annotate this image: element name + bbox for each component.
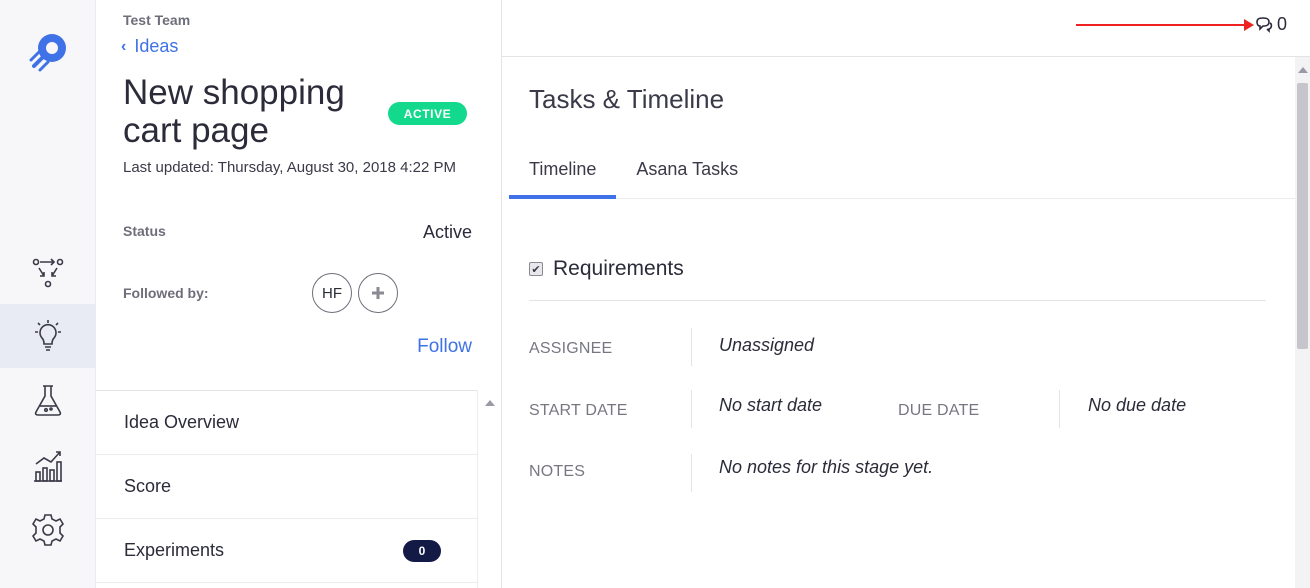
- start-date-value[interactable]: No start date: [719, 395, 822, 416]
- scroll-up-icon[interactable]: [485, 400, 495, 406]
- menu-item-label: Experiments: [124, 540, 225, 560]
- idea-section-menu: Idea Overview Score Experiments 0: [96, 390, 477, 583]
- main-scrollbar[interactable]: [1295, 57, 1310, 588]
- add-follower-button[interactable]: [358, 273, 398, 313]
- tab-timeline[interactable]: Timeline: [509, 152, 617, 199]
- menu-item-idea-overview[interactable]: Idea Overview: [96, 391, 477, 455]
- divider: [1059, 390, 1060, 428]
- due-date-value[interactable]: No due date: [1088, 395, 1186, 416]
- divider: [691, 390, 692, 428]
- divider: [529, 300, 1266, 301]
- tab-bar: Timeline Asana Tasks: [509, 152, 1295, 199]
- notes-value[interactable]: No notes for this stage yet.: [719, 457, 933, 478]
- followed-by-label: Followed by:: [123, 285, 209, 301]
- lightbulb-icon[interactable]: [0, 304, 96, 368]
- rocket-logo[interactable]: [26, 30, 70, 74]
- annotation-arrow: [1076, 24, 1250, 26]
- section-title: Tasks & Timeline: [529, 84, 725, 114]
- chevron-left-icon: ‹: [121, 37, 127, 55]
- icon-rail: [0, 0, 96, 588]
- idea-title: New shopping cart page: [123, 73, 345, 150]
- comments-button[interactable]: 0: [1254, 14, 1287, 35]
- plus-icon: [372, 287, 384, 299]
- gear-icon[interactable]: [0, 498, 96, 562]
- notes-label: NOTES: [529, 463, 586, 480]
- menu-scrollbar[interactable]: [477, 390, 501, 588]
- menu-item-score[interactable]: Score: [96, 455, 477, 519]
- comments-icon: [1256, 16, 1273, 33]
- assignee-value[interactable]: Unassigned: [719, 335, 814, 356]
- stage-header: ✔ Requirements: [529, 257, 684, 281]
- assignee-label: ASSIGNEE: [529, 340, 613, 357]
- status-value: Active: [422, 222, 472, 242]
- back-label: Ideas: [134, 36, 179, 56]
- divider: [691, 328, 692, 366]
- comment-count: 0: [1277, 14, 1288, 34]
- menu-item-experiments[interactable]: Experiments 0: [96, 519, 477, 583]
- status-label: Status: [123, 223, 166, 239]
- tasks-timeline-panel: Tasks & Timeline Timeline Asana Tasks ✔ …: [502, 57, 1295, 588]
- scrollbar-thumb[interactable]: [1297, 83, 1308, 349]
- team-name: Test Team: [123, 12, 191, 28]
- divider: [691, 454, 692, 492]
- status-badge: ACTIVE: [388, 102, 467, 125]
- experiments-count-badge: 0: [403, 539, 441, 562]
- flask-icon[interactable]: [0, 368, 96, 432]
- top-bar: 0: [502, 0, 1310, 57]
- menu-item-label: Idea Overview: [124, 412, 240, 432]
- tab-asana-tasks[interactable]: Asana Tasks: [616, 152, 758, 199]
- stage-name: Requirements: [553, 257, 684, 280]
- flow-icon[interactable]: [0, 240, 96, 304]
- chart-icon[interactable]: [0, 434, 96, 498]
- due-date-label: DUE DATE: [898, 402, 980, 419]
- idea-detail-panel: Test Team ‹ Ideas New shopping cart page…: [96, 0, 502, 588]
- back-to-ideas-link[interactable]: ‹ Ideas: [121, 36, 178, 57]
- start-date-label: START DATE: [529, 402, 628, 419]
- avatar[interactable]: HF: [312, 273, 352, 313]
- scroll-up-icon[interactable]: [1298, 67, 1308, 73]
- annotation-arrow-head: [1244, 19, 1254, 31]
- stage-checkbox[interactable]: ✔: [529, 262, 543, 276]
- menu-item-label: Score: [124, 476, 172, 496]
- last-updated: Last updated: Thursday, August 30, 2018 …: [123, 159, 457, 176]
- follow-link[interactable]: Follow: [417, 336, 472, 358]
